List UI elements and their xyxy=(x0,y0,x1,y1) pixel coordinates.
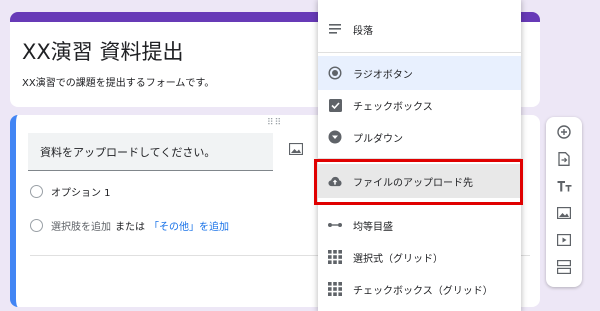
highlight-box xyxy=(314,159,523,205)
drag-handle-icon[interactable]: ⠿⠿ xyxy=(267,118,282,128)
grid-icon xyxy=(328,282,342,296)
add-image-icon[interactable] xyxy=(555,204,573,222)
menu-item-choice-grid[interactable]: 選択式（グリッド） xyxy=(318,240,521,274)
question-type-menu: 段落 ラジオボタン チェックボックス プルダウン ファイルのアップロード先 均等… xyxy=(318,0,521,311)
dropdown-icon xyxy=(328,130,342,144)
menu-item-linear-scale[interactable]: 均等目盛 xyxy=(318,208,521,242)
radio-circle-icon xyxy=(30,219,43,232)
menu-item-label: プルダウン xyxy=(353,133,403,145)
menu-item-label: 選択式（グリッド） xyxy=(353,253,443,265)
radio-circle-icon xyxy=(30,185,43,198)
option-row[interactable]: オプション 1 xyxy=(30,184,111,199)
menu-item-label: チェックボックス xyxy=(353,101,433,113)
radio-button-icon xyxy=(328,66,342,80)
menu-item-label: 段落 xyxy=(353,25,373,37)
add-option-row: 選択肢を追加 または 「その他」を追加 xyxy=(30,218,229,233)
linear-scale-icon xyxy=(328,218,342,232)
form-title[interactable]: XX演習 資料提出 xyxy=(22,36,183,66)
add-video-icon[interactable] xyxy=(555,231,573,249)
question-title-input[interactable]: 資料をアップロードしてください。 xyxy=(28,133,273,171)
floating-toolbar xyxy=(546,117,582,287)
add-title-icon[interactable] xyxy=(555,177,573,195)
menu-divider xyxy=(318,52,521,53)
add-question-icon[interactable] xyxy=(555,123,573,141)
option-label[interactable]: オプション 1 xyxy=(51,184,111,199)
add-option-link[interactable]: 選択肢を追加 xyxy=(51,218,111,233)
form-description[interactable]: XX演習での課題を提出するフォームです。 xyxy=(22,74,214,89)
menu-item-label: 均等目盛 xyxy=(353,221,393,233)
import-questions-icon[interactable] xyxy=(555,150,573,168)
menu-item-paragraph[interactable]: 段落 xyxy=(318,12,521,46)
add-other-link[interactable]: 「その他」を追加 xyxy=(149,218,229,233)
or-text: または xyxy=(115,222,145,233)
menu-item-label: ラジオボタン xyxy=(353,69,413,81)
menu-item-checkbox-grid[interactable]: チェックボックス（グリッド） xyxy=(318,272,521,306)
paragraph-icon xyxy=(328,22,342,36)
menu-item-radio-button[interactable]: ラジオボタン xyxy=(318,56,521,90)
add-section-icon[interactable] xyxy=(555,258,573,276)
add-image-icon[interactable] xyxy=(288,140,304,156)
checkbox-icon xyxy=(328,98,342,112)
menu-item-checkbox[interactable]: チェックボックス xyxy=(318,88,521,122)
menu-item-dropdown[interactable]: プルダウン xyxy=(318,120,521,154)
grid-icon xyxy=(328,250,342,264)
menu-item-label: チェックボックス（グリッド） xyxy=(353,285,493,297)
